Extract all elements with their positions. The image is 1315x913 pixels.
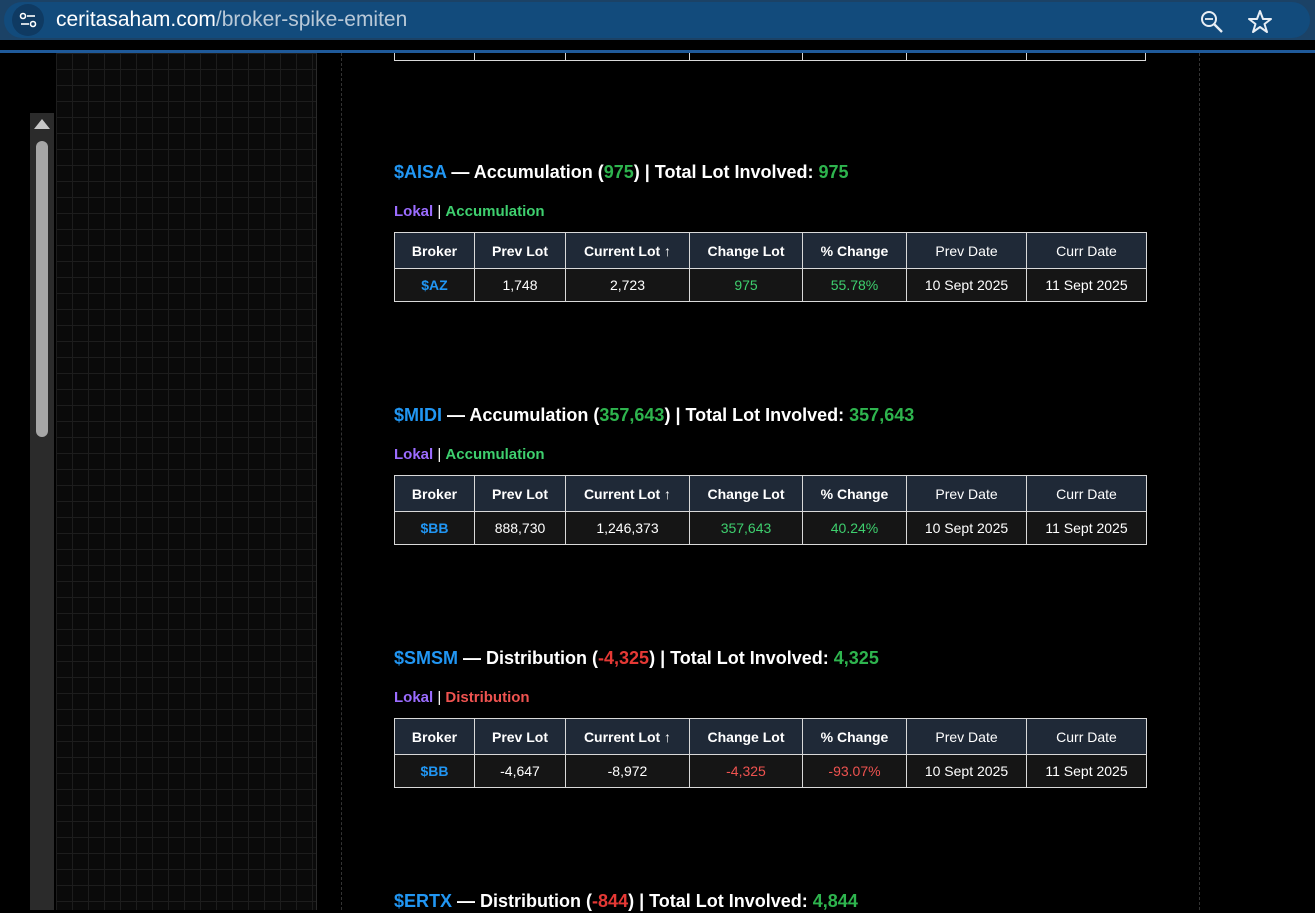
col-pct-change[interactable]: % Change [802, 232, 907, 269]
pct-change: -93.07% [802, 754, 907, 788]
net-change: -4,325 [598, 648, 650, 668]
total-lot: 975 [818, 162, 849, 182]
browser-toolbar: ceritasaham.com/broker-spike-emiten [0, 0, 1315, 40]
broker-table: Broker Prev Lot Current Lot ↑ Change Lot… [394, 232, 1147, 302]
scrollbar[interactable] [30, 113, 54, 910]
prev-lot: 888,730 [474, 511, 566, 545]
col-pct-change[interactable]: % Change [802, 475, 907, 512]
change-lot: 975 [689, 268, 803, 302]
col-current-lot[interactable]: Current Lot ↑ [565, 232, 690, 269]
section-smsm: $SMSM — Distribution (-4,325) | Total Lo… [394, 646, 1147, 788]
broker-table: Broker Prev Lot Current Lot ↑ Change Lot… [394, 718, 1147, 788]
type-tag: Accumulation [445, 446, 545, 463]
total-lot: 4,844 [812, 891, 858, 911]
previous-table-fragment [394, 53, 1146, 61]
change-lot: 357,643 [689, 511, 803, 545]
section-ertx: $ERTX — Distribution (-844) | Total Lot … [394, 889, 1146, 913]
col-curr-date[interactable]: Curr Date [1026, 475, 1147, 512]
prev-lot: 1,748 [474, 268, 566, 302]
section-aisa: $AISA — Accumulation (975) | Total Lot I… [394, 160, 1147, 302]
section-midi: $MIDI — Accumulation (357,643) | Total L… [394, 403, 1147, 545]
curr-date: 11 Sept 2025 [1026, 511, 1147, 545]
broker-code[interactable]: $BB [394, 511, 475, 545]
total-lot: 357,643 [849, 405, 915, 425]
col-current-lot[interactable]: Current Lot ↑ [565, 475, 690, 512]
table-row: $AZ 1,748 2,723 975 55.78% 10 Sept 2025 … [394, 268, 1147, 302]
broker-code[interactable]: $BB [394, 754, 475, 788]
bookmark-star-icon[interactable] [1246, 8, 1274, 36]
section-tags: Lokal | Accumulation [394, 203, 545, 220]
col-prev-lot[interactable]: Prev Lot [474, 232, 566, 269]
section-tags: Lokal | Distribution [394, 689, 530, 706]
col-prev-date[interactable]: Prev Date [906, 475, 1027, 512]
left-gutter [0, 53, 30, 910]
zoom-icon[interactable] [1198, 8, 1226, 36]
table-header-row: Broker Prev Lot Current Lot ↑ Change Lot… [394, 232, 1147, 269]
net-change: 975 [603, 162, 634, 182]
prev-date: 10 Sept 2025 [906, 268, 1027, 302]
section-tags: Lokal | Accumulation [394, 446, 545, 463]
col-broker[interactable]: Broker [394, 718, 475, 755]
col-prev-date[interactable]: Prev Date [906, 232, 1027, 269]
col-pct-change[interactable]: % Change [802, 718, 907, 755]
url-text[interactable]: ceritasaham.com/broker-spike-emiten [56, 8, 407, 32]
address-bar[interactable]: ceritasaham.com/broker-spike-emiten [4, 2, 1310, 38]
type-tag: Distribution [445, 689, 530, 706]
section-heading: $MIDI — Accumulation (357,643) | Total L… [394, 405, 915, 425]
pct-change: 55.78% [802, 268, 907, 302]
current-lot: 1,246,373 [565, 511, 690, 545]
table-row: $BB -4,647 -8,972 -4,325 -93.07% 10 Sept… [394, 754, 1147, 788]
col-curr-date[interactable]: Curr Date [1026, 718, 1147, 755]
net-change: -844 [592, 891, 629, 911]
origin-tag: Lokal [394, 203, 434, 220]
pct-change: 40.24% [802, 511, 907, 545]
section-heading: $SMSM — Distribution (-4,325) | Total Lo… [394, 648, 879, 668]
col-broker[interactable]: Broker [394, 232, 475, 269]
ticker-link[interactable]: $MIDI [394, 405, 442, 425]
col-current-lot[interactable]: Current Lot ↑ [565, 718, 690, 755]
total-lot: 4,325 [833, 648, 879, 668]
grid-background-panel [56, 53, 317, 910]
col-curr-date[interactable]: Curr Date [1026, 232, 1147, 269]
col-prev-lot[interactable]: Prev Lot [474, 475, 566, 512]
col-prev-date[interactable]: Prev Date [906, 718, 1027, 755]
net-change: 357,643 [599, 405, 665, 425]
section-heading: $AISA — Accumulation (975) | Total Lot I… [394, 162, 849, 182]
col-broker[interactable]: Broker [394, 475, 475, 512]
ticker-link[interactable]: $ERTX [394, 891, 452, 911]
table-header-row: Broker Prev Lot Current Lot ↑ Change Lot… [394, 475, 1147, 512]
prev-date: 10 Sept 2025 [906, 754, 1027, 788]
broker-code[interactable]: $AZ [394, 268, 475, 302]
type-tag: Accumulation [445, 203, 545, 220]
prev-date: 10 Sept 2025 [906, 511, 1027, 545]
scroll-thumb[interactable] [36, 141, 48, 437]
origin-tag: Lokal [394, 446, 434, 463]
broker-table: Broker Prev Lot Current Lot ↑ Change Lot… [394, 475, 1147, 545]
origin-tag: Lokal [394, 689, 434, 706]
col-change-lot[interactable]: Change Lot [689, 232, 803, 269]
ticker-link[interactable]: $AISA [394, 162, 446, 182]
curr-date: 11 Sept 2025 [1026, 754, 1147, 788]
table-row: $BB 888,730 1,246,373 357,643 40.24% 10 … [394, 511, 1147, 545]
prev-lot: -4,647 [474, 754, 566, 788]
scroll-up-arrow-icon[interactable] [34, 119, 50, 129]
section-heading: $ERTX — Distribution (-844) | Total Lot … [394, 891, 858, 911]
ticker-link[interactable]: $SMSM [394, 648, 458, 668]
current-lot: -8,972 [565, 754, 690, 788]
curr-date: 11 Sept 2025 [1026, 268, 1147, 302]
col-change-lot[interactable]: Change Lot [689, 475, 803, 512]
table-header-row: Broker Prev Lot Current Lot ↑ Change Lot… [394, 718, 1147, 755]
current-lot: 2,723 [565, 268, 690, 302]
col-change-lot[interactable]: Change Lot [689, 718, 803, 755]
change-lot: -4,325 [689, 754, 803, 788]
col-prev-lot[interactable]: Prev Lot [474, 718, 566, 755]
tune-icon[interactable] [12, 4, 44, 36]
